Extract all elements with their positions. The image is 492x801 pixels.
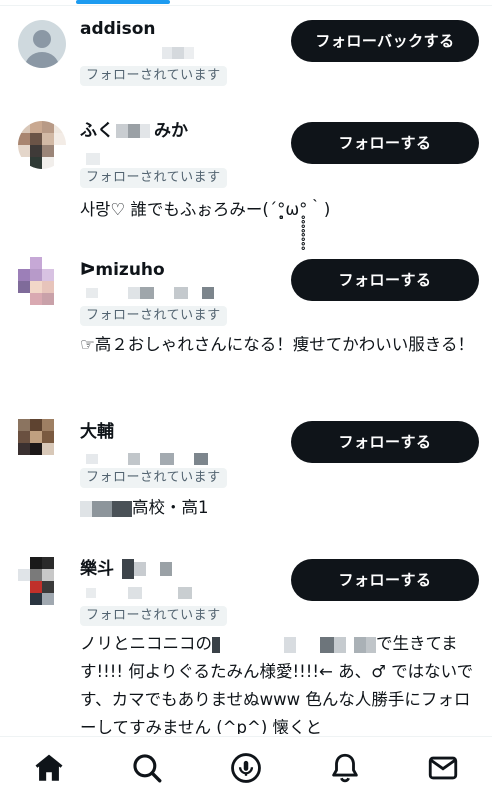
follows-you-badge: フォローされています bbox=[80, 66, 227, 86]
nav-messages[interactable] bbox=[426, 751, 460, 785]
default-avatar-body bbox=[25, 52, 59, 68]
user-name-text: ᐅmizuho bbox=[80, 260, 165, 280]
nav-search[interactable] bbox=[130, 751, 164, 785]
bio-text: 高校・高1 bbox=[132, 498, 209, 517]
follow-button[interactable]: フォローする bbox=[291, 122, 479, 164]
bio-text-start: ノリとニコニコの bbox=[80, 634, 212, 653]
follow-button[interactable]: フォローする bbox=[291, 559, 479, 601]
avatar[interactable] bbox=[18, 20, 66, 68]
avatar[interactable] bbox=[18, 121, 66, 169]
redacted-name-part bbox=[122, 559, 134, 579]
default-avatar-head bbox=[33, 30, 51, 48]
follows-you-badge: フォローされています bbox=[80, 468, 227, 488]
user-bio: ☞高２おしゃれさんになる！痩せてかわいい服きる！ bbox=[80, 335, 474, 354]
follow-back-button[interactable]: フォローバックする bbox=[291, 20, 479, 62]
redacted-handle bbox=[86, 448, 216, 465]
user-name-text: ふく bbox=[80, 121, 114, 141]
user-name-text: 樂斗 bbox=[80, 559, 114, 579]
user-bio: 高校・高1 bbox=[80, 494, 475, 522]
user-name: addison bbox=[80, 18, 156, 40]
user-bio: ノリとニコニコの で生きてます!!!! 何よりぐるたみん様愛!!!!← あ、♂ で… bbox=[80, 630, 475, 734]
follow-button[interactable]: フォローする bbox=[291, 421, 479, 463]
avatar[interactable] bbox=[18, 257, 66, 305]
follows-you-badge: フォローされています bbox=[80, 306, 227, 326]
redacted-handle bbox=[86, 148, 100, 165]
redacted-handle bbox=[86, 282, 226, 299]
home-icon bbox=[35, 754, 63, 781]
follow-button[interactable]: フォローする bbox=[291, 259, 479, 301]
avatar[interactable] bbox=[18, 557, 66, 605]
redacted-bio-part bbox=[212, 636, 220, 653]
redacted-name-part bbox=[116, 124, 128, 138]
user-name: ᐅmizuho bbox=[80, 259, 165, 281]
nav-home[interactable] bbox=[32, 751, 66, 785]
mail-icon bbox=[428, 756, 458, 780]
user-name: 大輔 bbox=[80, 421, 114, 443]
user-bio: 사랑♡ 誰でもふぉろみー(´°̥̥̥̥̥̥̥̥ω°̥̥̥̥̥̥̥̥｀) bbox=[80, 200, 331, 219]
header-divider bbox=[0, 5, 492, 6]
redacted-handle bbox=[162, 42, 206, 59]
user-name-text: addison bbox=[80, 19, 156, 39]
user-name: 樂斗 bbox=[80, 558, 172, 580]
user-name-suffix: みか bbox=[154, 121, 188, 141]
nav-notifications[interactable] bbox=[328, 751, 362, 785]
redacted-handle bbox=[86, 582, 216, 599]
bio-text-tail: で生き bbox=[376, 634, 426, 653]
nav-spaces[interactable] bbox=[229, 751, 263, 785]
user-name-text: 大輔 bbox=[80, 422, 114, 442]
follows-you-badge: フォローされています bbox=[80, 168, 227, 188]
bell-icon bbox=[332, 753, 358, 783]
spaces-icon bbox=[231, 753, 261, 783]
redacted-bio-part bbox=[80, 500, 92, 517]
active-tab-indicator bbox=[76, 0, 170, 4]
follows-you-badge: フォローされています bbox=[80, 606, 227, 626]
search-icon bbox=[133, 754, 162, 783]
avatar[interactable] bbox=[18, 419, 66, 467]
user-name: ふく みか bbox=[80, 120, 188, 142]
bottom-navigation-bar bbox=[0, 736, 492, 801]
